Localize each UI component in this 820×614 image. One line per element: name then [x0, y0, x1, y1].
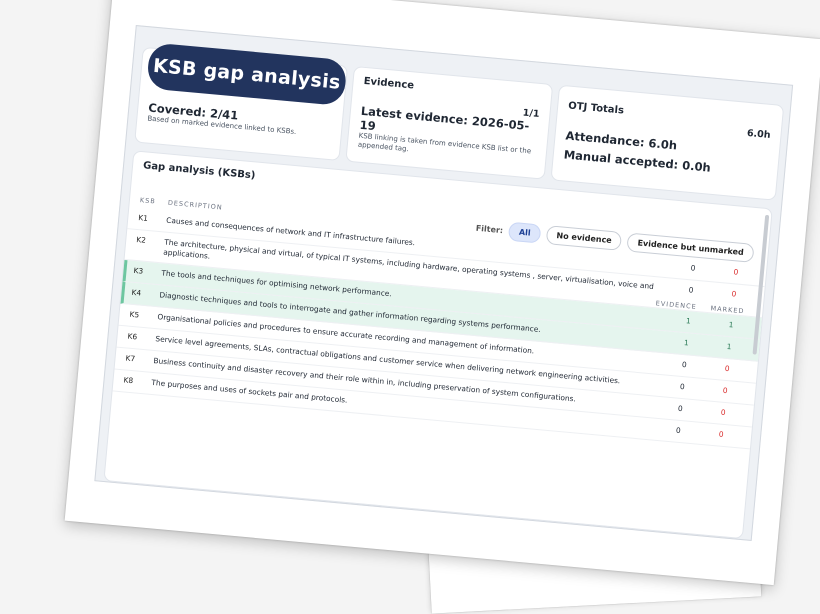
app-window: KSB gap analysis Covered: 2/41 Based on … [94, 25, 794, 541]
ksb-code: K2 [136, 234, 147, 245]
evidence-count-cell: 0 [675, 425, 682, 436]
marked-count-cell: 0 [720, 407, 726, 418]
marked-count-cell: 1 [728, 319, 734, 330]
ksb-table: KSB Description Evidence Marked K1 Causes… [112, 191, 769, 450]
evidence-count-cell: 0 [690, 263, 696, 273]
ksb-code: K6 [127, 331, 138, 342]
ksb-code: K8 [123, 375, 134, 386]
coverage-card: KSB gap analysis Covered: 2/41 Based on … [134, 42, 349, 162]
marked-count-cell: 0 [733, 267, 739, 277]
otj-card: OTJ Totals 6.0h Attendance: 6.0h Manual … [550, 84, 785, 201]
otj-total: 6.0h [746, 127, 771, 141]
marked-count-cell: 1 [726, 341, 732, 352]
marked-count-cell: 0 [724, 363, 730, 374]
marked-count-cell: 0 [731, 289, 737, 299]
ksb-code: K7 [125, 353, 136, 364]
evidence-count-cell: 1 [685, 316, 692, 326]
screenshot-card: KSB gap analysis Covered: 2/41 Based on … [64, 0, 820, 586]
evidence-count-cell: 1 [683, 337, 690, 348]
evidence-card: Evidence 1/1 Latest evidence: 2026-05-19… [345, 65, 554, 180]
evidence-count-cell: 0 [681, 359, 688, 370]
column-ksb: KSB [139, 196, 157, 206]
marked-count-cell: 0 [722, 385, 728, 396]
ksb-code: K5 [129, 309, 140, 320]
ksb-code: K1 [137, 213, 149, 223]
evidence-count-cell: 0 [677, 403, 684, 414]
ksb-code: K3 [133, 265, 144, 276]
page-title: KSB gap analysis [146, 42, 348, 107]
ksb-code: K4 [131, 287, 142, 298]
gap-analysis-panel: Gap analysis (KSBs) Filter: All No evide… [103, 150, 773, 540]
evidence-count-cell: 0 [679, 381, 686, 392]
evidence-count-cell: 0 [688, 285, 694, 295]
marked-count-cell: 0 [718, 429, 724, 439]
